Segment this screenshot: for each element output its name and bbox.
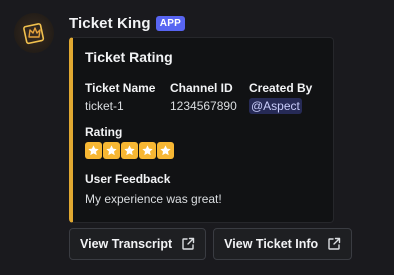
field-value-user-feedback: My experience was great! bbox=[85, 192, 222, 206]
star-icon bbox=[85, 142, 102, 159]
rating-stars bbox=[85, 142, 174, 159]
star-icon bbox=[121, 142, 138, 159]
view-transcript-label: View Transcript bbox=[80, 237, 173, 251]
author-name[interactable]: Ticket King bbox=[69, 15, 151, 32]
view-ticket-info-label: View Ticket Info bbox=[224, 237, 319, 251]
embed-title: Ticket Rating bbox=[85, 49, 173, 65]
field-name-ticket-name: Ticket Name bbox=[85, 81, 156, 95]
view-transcript-button[interactable]: View Transcript bbox=[69, 228, 207, 260]
external-link-icon bbox=[181, 237, 195, 251]
star-icon bbox=[103, 142, 120, 159]
external-link-icon bbox=[327, 237, 341, 251]
field-value-channel-id: 1234567890 bbox=[170, 99, 237, 113]
crown-logo-icon bbox=[23, 23, 45, 45]
field-name-user-feedback: User Feedback bbox=[85, 172, 171, 186]
star-icon bbox=[157, 142, 174, 159]
message-header: Ticket King APP bbox=[69, 12, 186, 34]
user-mention[interactable]: @Aspect bbox=[249, 98, 302, 114]
star-icon bbox=[139, 142, 156, 159]
field-value-ticket-name: ticket-1 bbox=[85, 99, 124, 113]
bot-avatar[interactable] bbox=[14, 13, 54, 53]
ticket-rating-embed: Ticket Rating Ticket Name ticket-1 Chann… bbox=[69, 37, 334, 223]
field-name-channel-id: Channel ID bbox=[170, 81, 233, 95]
field-name-created-by: Created By bbox=[249, 81, 313, 95]
action-row: View Transcript View Ticket Info bbox=[69, 228, 353, 260]
app-badge: APP bbox=[155, 15, 186, 31]
field-name-rating: Rating bbox=[85, 125, 123, 139]
view-ticket-info-button[interactable]: View Ticket Info bbox=[213, 228, 353, 260]
